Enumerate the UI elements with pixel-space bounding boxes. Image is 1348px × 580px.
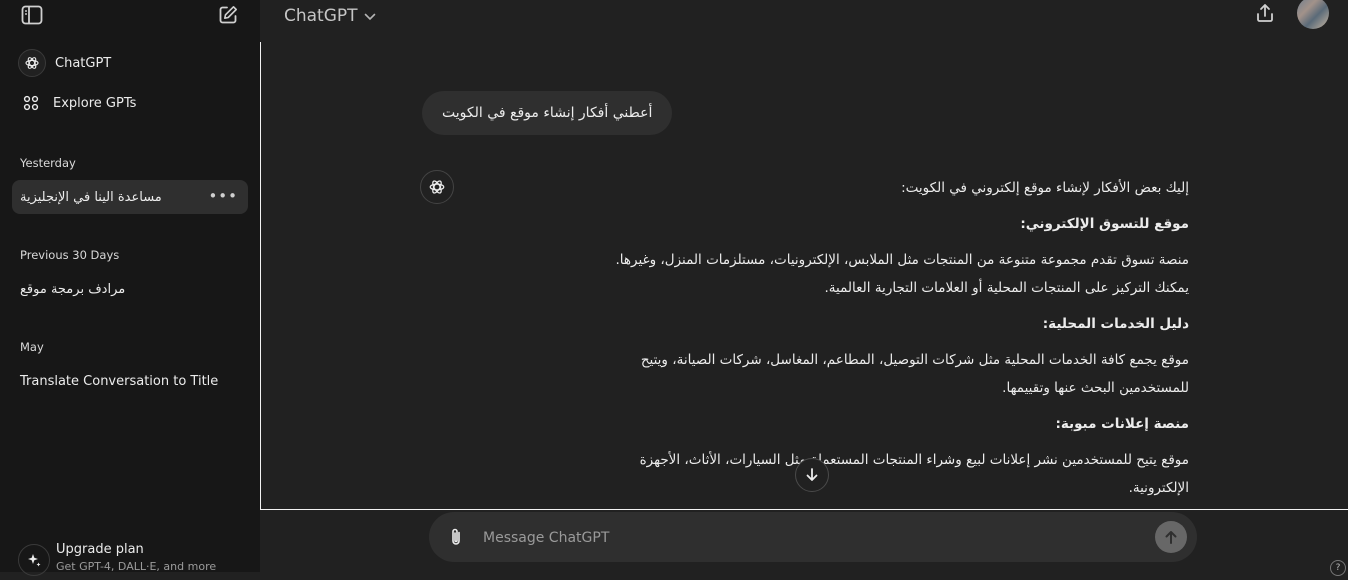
avatar[interactable] [1297, 0, 1329, 29]
nav-explore-gpts-label: Explore GPTs [53, 95, 137, 111]
answer-paragraph-1b: يمكنك التركيز على المنتجات المحلية أو ال… [824, 280, 1189, 296]
model-selector-label: ChatGPT [284, 6, 358, 26]
sidebar: ChatGPT Explore GPTs Yesterday مساعدة ال… [0, 0, 260, 576]
answer-heading-3: منصة إعلانات مبوبة: [1055, 416, 1189, 432]
scroll-down-arrow-icon[interactable] [795, 458, 829, 492]
paperclip-icon[interactable] [443, 524, 469, 550]
history-item-title: Translate Conversation to Title [20, 373, 219, 389]
upgrade-plan-title: Upgrade plan [56, 542, 144, 557]
history-item-title: مساعدة الينا في الإنجليزية [20, 189, 162, 205]
upgrade-plan-button[interactable]: Upgrade plan Get GPT-4, DALL·E, and more [18, 540, 248, 580]
history-item[interactable]: مساعدة الينا في الإنجليزية ••• [12, 180, 248, 214]
toggle-sidebar-icon[interactable] [20, 4, 44, 26]
message-input[interactable] [481, 524, 1125, 552]
answer-paragraph: منصة تسوق تقدم مجموعة متنوعة من المنتجات… [461, 246, 1190, 302]
share-icon[interactable] [1254, 2, 1276, 24]
answer-heading: دليل الخدمات المحلية: [461, 310, 1189, 338]
answer-intro: إليك بعض الأفكار لإنشاء موقع إلكتروني في… [901, 180, 1189, 196]
nav-explore-gpts[interactable]: Explore GPTs [12, 86, 248, 120]
chat-thread: أعطني أفكار إنشاء موقع في الكويت إليك بع… [260, 42, 1348, 510]
openai-logo-icon [18, 49, 46, 77]
user-message: أعطني أفكار إنشاء موقع في الكويت [422, 91, 673, 135]
history-item[interactable]: Translate Conversation to Title [12, 364, 248, 398]
main-area: ChatGPT أعطني أفكار إنشاء موقع في الكويت… [260, 0, 1348, 576]
history-item[interactable]: مرادف برمجة موقع [12, 272, 248, 306]
answer-heading: موقع للتسوق الإلكتروني: [461, 210, 1189, 238]
chatgpt-avatar-icon [420, 170, 454, 204]
model-selector[interactable]: ChatGPT [284, 6, 376, 26]
grid-icon [18, 90, 44, 116]
answer-heading: منصة إعلانات مبوبة: [461, 410, 1189, 438]
answer-paragraph-2a: موقع يجمع كافة الخدمات المحلية مثل شركات… [640, 352, 1189, 368]
help-button[interactable]: ? [1330, 560, 1346, 576]
answer-heading-1: موقع للتسوق الإلكتروني: [1020, 216, 1189, 232]
chevron-down-icon [364, 6, 376, 26]
history-item-title: مرادف برمجة موقع [20, 281, 126, 297]
new-chat-icon[interactable] [217, 4, 239, 26]
answer-paragraph: موقع يجمع كافة الخدمات المحلية مثل شركات… [461, 346, 1189, 402]
nav-chatgpt[interactable]: ChatGPT [12, 46, 248, 80]
sparkle-icon [18, 544, 50, 576]
answer-heading-2: دليل الخدمات المحلية: [1042, 316, 1189, 332]
answer-paragraph-2b: للمستخدمين البحث عنها وتقييمها. [1002, 380, 1189, 396]
more-options-icon[interactable]: ••• [208, 187, 238, 205]
message-composer [429, 512, 1197, 562]
answer-paragraph-1a: منصة تسوق تقدم مجموعة متنوعة من المنتجات… [615, 252, 1190, 268]
section-label-previous-30-days: Previous 30 Days [20, 248, 120, 262]
section-label-may: May [20, 340, 44, 354]
nav-chatgpt-label: ChatGPT [55, 55, 112, 71]
assistant-message: إليك بعض الأفكار لإنشاء موقع إلكتروني في… [461, 174, 1189, 202]
section-label-yesterday: Yesterday [20, 156, 76, 170]
send-button[interactable] [1155, 521, 1187, 553]
upgrade-plan-subtitle: Get GPT-4, DALL·E, and more [56, 560, 217, 573]
